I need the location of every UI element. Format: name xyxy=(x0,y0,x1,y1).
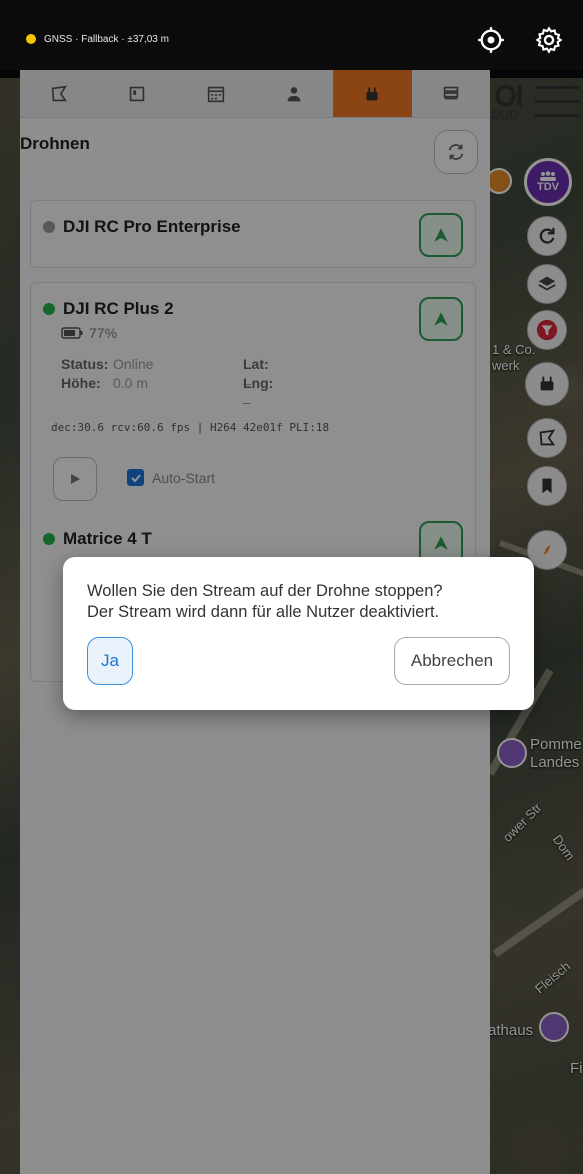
location-target-icon[interactable] xyxy=(477,26,505,54)
gnss-status-dot xyxy=(26,34,36,44)
cancel-button[interactable]: Abbrechen xyxy=(394,637,510,685)
confirm-button[interactable]: Ja xyxy=(87,637,133,685)
stop-stream-dialog: Wollen Sie den Stream auf der Drohne sto… xyxy=(63,557,534,710)
gear-icon[interactable] xyxy=(535,26,563,54)
status-bar: GNSS · Fallback · ±37,03 m xyxy=(0,0,583,78)
dialog-message: Wollen Sie den Stream auf der Drohne sto… xyxy=(87,582,443,621)
gnss-status-text: GNSS · Fallback · ±37,03 m xyxy=(44,33,169,45)
